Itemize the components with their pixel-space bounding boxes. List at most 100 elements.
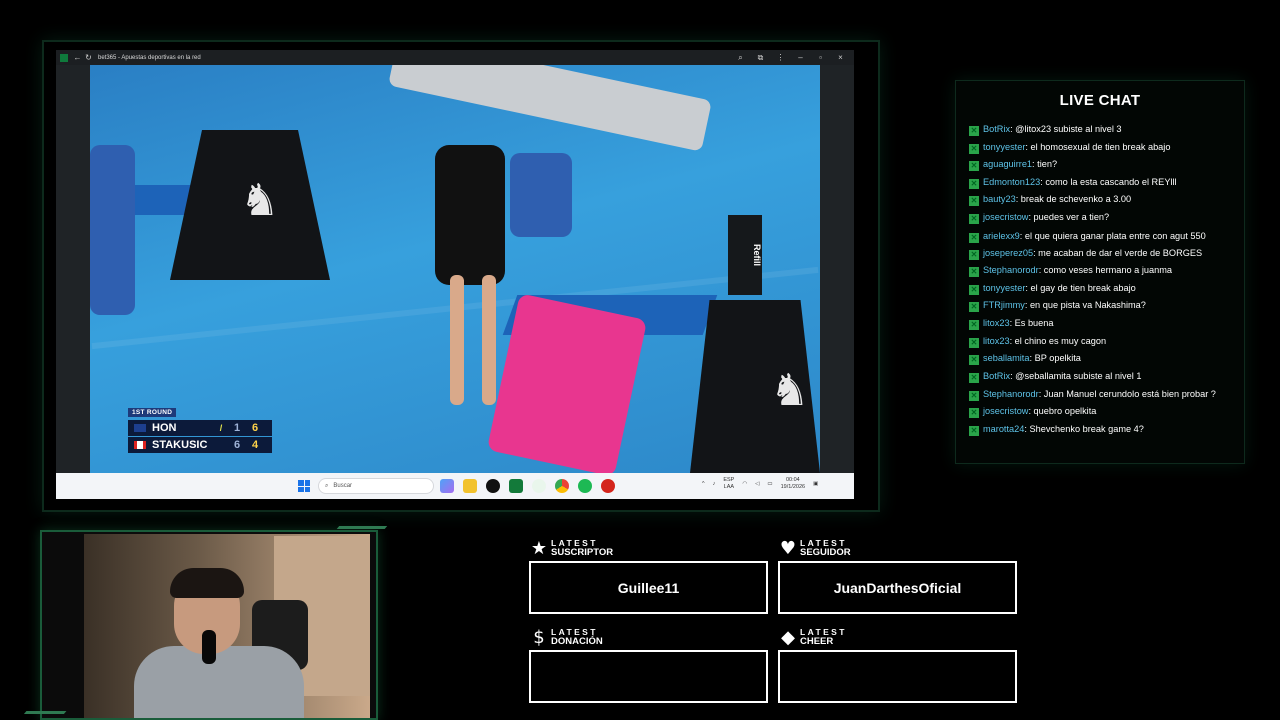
- chat-username[interactable]: josecristow: [983, 212, 1028, 222]
- chat-username[interactable]: marotta24: [983, 424, 1024, 434]
- chat-username[interactable]: tonyyester: [983, 142, 1025, 152]
- australia-flag-icon: [134, 424, 146, 432]
- chat-platform-badge-icon: ✕: [969, 391, 979, 402]
- minimize-icon[interactable]: –: [795, 52, 806, 63]
- file-explorer-icon[interactable]: [463, 479, 477, 493]
- diamond-icon: ◆: [781, 626, 795, 648]
- chat-message: ✕ BotRix: @seballamita subiste al nivel 1: [969, 368, 1237, 386]
- menu-icon[interactable]: ⋮: [775, 52, 786, 63]
- tiktok-icon[interactable]: [486, 479, 500, 493]
- chat-username[interactable]: bauty23: [983, 194, 1016, 204]
- chat-username[interactable]: Stephanorodr: [983, 389, 1039, 399]
- streamer-hair: [170, 568, 244, 598]
- latest-seguidor-box: JuanDarthesOficial: [778, 561, 1017, 614]
- chevron-up-icon[interactable]: ^: [702, 481, 705, 487]
- chat-message: ✕ Edmonton123: como la esta cascando el R…: [969, 174, 1237, 192]
- score-row: HON / 1 6: [128, 420, 272, 436]
- chat-username[interactable]: seballamita: [983, 353, 1029, 363]
- chat-message: ✕ litox23: el chino es muy cagon: [969, 333, 1237, 351]
- chat-text: : en que pista va Nakashima?: [1024, 300, 1146, 311]
- chat-message: ✕ bauty23: break de schevenko a 3.00: [969, 191, 1237, 209]
- taskbar-search[interactable]: ⌕ Buscar: [318, 478, 434, 494]
- search-icon: ⌕: [325, 482, 329, 489]
- set1-score: 1: [233, 422, 241, 434]
- set2-score: 4: [251, 439, 259, 451]
- chat-username[interactable]: arielexx9: [983, 231, 1020, 241]
- chat-message: ✕ litox23: Es buena: [969, 315, 1237, 333]
- latest-cheer-header: ◆ LATEST CHEER: [778, 626, 847, 648]
- chat-text: : puedes ver a tien?: [1028, 211, 1110, 222]
- battery-icon[interactable]: ▭: [767, 481, 772, 487]
- language-indicator[interactable]: ESP LAA: [723, 477, 734, 491]
- heart-icon: ♥: [779, 537, 797, 559]
- latest-suscriptor-header: ★ LATEST SUSCRIPTOR: [529, 537, 613, 559]
- bet365-app-icon[interactable]: [509, 479, 523, 493]
- chat-text: : @litox23 subiste al nivel 3: [1010, 124, 1122, 134]
- set1-score: 6: [233, 439, 241, 451]
- clock-time: 00:04: [785, 477, 800, 483]
- whatsapp-icon[interactable]: [532, 479, 546, 493]
- browser-window: ← ↻ bet365 - Apuestas deportivas en la r…: [56, 50, 854, 499]
- chat-title: LIVE CHAT: [1059, 92, 1141, 109]
- extensions-icon[interactable]: ⧉: [755, 52, 766, 63]
- tennis-video[interactable]: ♞ ♞ Refill 1ST ROUND HON / 1 6 STAKUSIC …: [90, 65, 820, 473]
- widget-label-bottom: SEGUIDOR: [800, 547, 851, 558]
- score-row: STAKUSIC 6 4: [128, 437, 272, 453]
- close-icon[interactable]: ×: [835, 52, 846, 63]
- widget-label-bottom: SUSCRIPTOR: [551, 547, 614, 558]
- chat-message: ✕ josecristow: quebro opelkita: [969, 403, 1237, 421]
- chat-username[interactable]: BotRix: [983, 371, 1010, 381]
- microphone-icon[interactable]: ♪: [713, 481, 716, 487]
- chat-platform-badge-icon: ✕: [969, 372, 979, 383]
- chrome-icon[interactable]: [555, 479, 569, 493]
- player-name: STAKUSIC: [152, 439, 208, 451]
- chat-platform-badge-icon: ✕: [969, 178, 979, 189]
- chat-username[interactable]: litox23: [983, 336, 1010, 346]
- chat-username[interactable]: Edmonton123: [983, 177, 1040, 187]
- chat-platform-badge-icon: ✕: [969, 319, 979, 330]
- spotify-icon[interactable]: [578, 479, 592, 493]
- chat-platform-badge-icon: ✕: [969, 408, 979, 419]
- chat-message: ✕ josecristow: puedes ver a tien?: [969, 209, 1237, 227]
- reload-icon[interactable]: ↻: [83, 52, 94, 63]
- chat-text: : Juan Manuel cerundolo está bien probar…: [1038, 389, 1216, 400]
- back-icon[interactable]: ←: [72, 52, 83, 63]
- zoom-icon[interactable]: ⌕: [735, 52, 746, 63]
- canada-flag-icon: [134, 441, 146, 449]
- restore-icon[interactable]: ▫: [815, 52, 826, 63]
- chat-message: ✕ Stephanorodr: como veses hermano a juan…: [969, 262, 1237, 280]
- clock[interactable]: 00:04 19/1/2026: [781, 477, 805, 491]
- chat-username[interactable]: litox23: [983, 318, 1010, 328]
- lang-top: ESP: [723, 477, 735, 483]
- webcam-video: [84, 534, 370, 718]
- chat-message: ✕ tonyyester: el homosexual de tien break…: [969, 139, 1237, 157]
- refill-station: Refill: [728, 215, 762, 295]
- lang-bottom: LAA: [723, 484, 735, 490]
- chat-username[interactable]: joseperez05: [983, 248, 1033, 258]
- chat-text: : tien?: [1032, 159, 1058, 170]
- latest-donacion-header: $ LATEST DONACIÓN: [529, 626, 602, 648]
- copilot-icon[interactable]: [440, 479, 454, 493]
- chat-message: ✕ joseperez05: me acaban de dar el verde …: [969, 245, 1237, 263]
- chat-username[interactable]: aguaguirre1: [983, 159, 1032, 169]
- wifi-icon[interactable]: ◠: [742, 481, 747, 487]
- windows-start-icon[interactable]: [298, 480, 310, 492]
- bet365-favicon: [60, 53, 68, 62]
- chat-username[interactable]: BotRix: [983, 124, 1010, 134]
- chat-message: ✕ arielexx9: el que quiera ganar plata en…: [969, 227, 1237, 245]
- chat-username[interactable]: josecristow: [983, 406, 1028, 416]
- chrome-profile-icon[interactable]: [601, 479, 615, 493]
- chat-platform-badge-icon: ✕: [969, 249, 979, 260]
- chat-username[interactable]: FTRjimmy: [983, 300, 1025, 310]
- notification-icon[interactable]: ▣: [813, 481, 818, 487]
- player-name: HON: [152, 422, 177, 434]
- chat-username[interactable]: Stephanorodr: [983, 265, 1039, 275]
- chat-platform-badge-icon: ✕: [969, 143, 979, 154]
- taskbar-apps: [440, 479, 615, 493]
- player-leg: [450, 275, 464, 405]
- chat-message: ✕ marotta24: Shevchenko break game 4?: [969, 421, 1237, 439]
- widget-label-bottom: CHEER: [800, 636, 834, 647]
- chat-message: ✕ aguaguirre1: tien?: [969, 156, 1237, 174]
- volume-icon[interactable]: ◁: [755, 481, 759, 487]
- chat-username[interactable]: tonyyester: [983, 283, 1025, 293]
